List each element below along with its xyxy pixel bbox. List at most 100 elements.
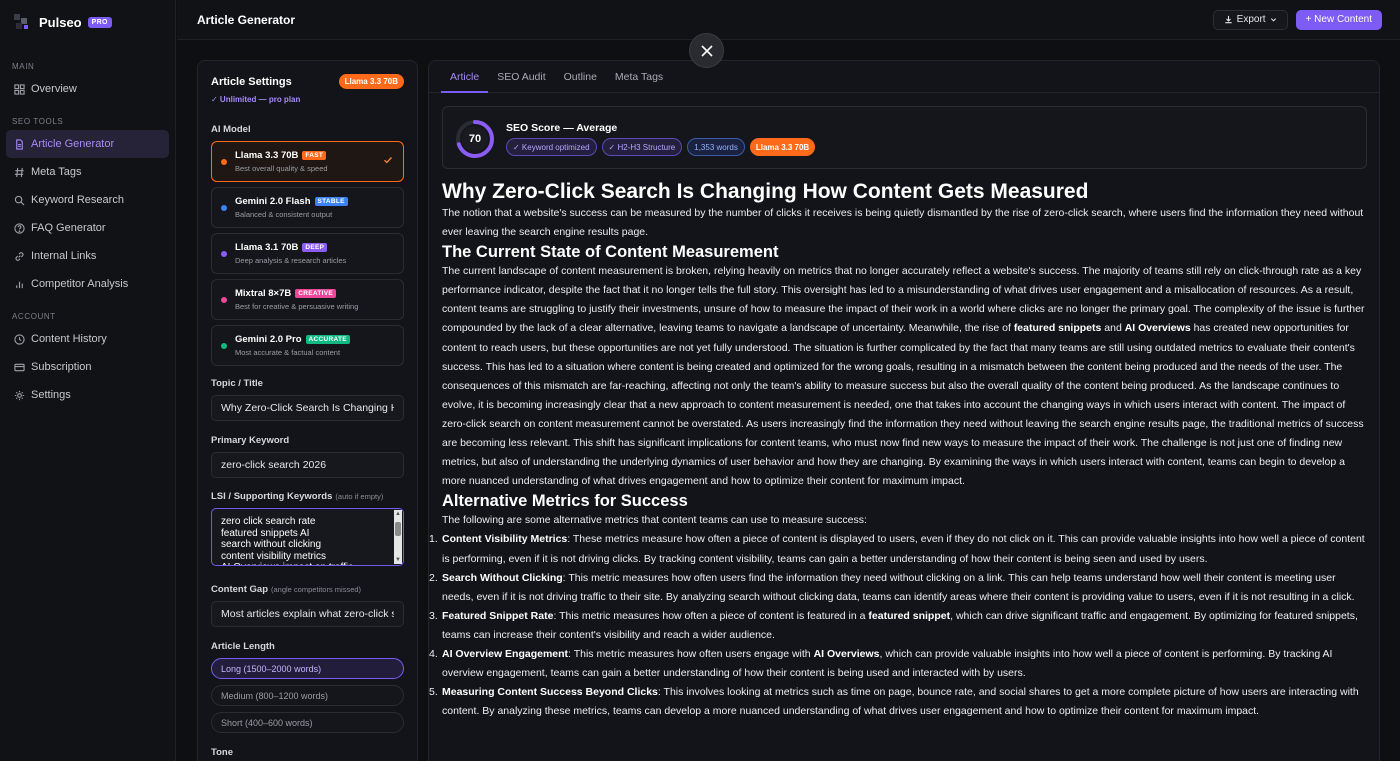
search-icon: [13, 194, 25, 206]
model-list: Llama 3.3 70B FAST Best overall quality & …: [211, 141, 404, 366]
metric-name: Featured Snippet Rate: [442, 609, 554, 622]
sidebar-item-faq-generator[interactable]: FAQ Generator: [6, 214, 169, 242]
model-name-text: Gemini 2.0 Pro: [235, 334, 302, 345]
sidebar-item-keyword-research[interactable]: Keyword Research: [6, 186, 169, 214]
topic-label: Topic / Title: [211, 378, 263, 389]
model-option-2[interactable]: Llama 3.1 70B DEEP Deep analysis & researc…: [211, 233, 404, 274]
sidebar-item-label: Overview: [31, 83, 77, 95]
model-option-3[interactable]: Mixtral 8×7B CREATIVE Best for creative & …: [211, 279, 404, 320]
sidebar-item-subscription[interactable]: Subscription: [6, 353, 169, 381]
sidebar: Pulseo PRO MAIN Overview SEO TOOLS Artic…: [0, 0, 176, 761]
section-label-seo-tools: SEO TOOLS: [12, 117, 64, 126]
model-info: Mixtral 8×7B CREATIVE Best for creative & …: [235, 288, 358, 311]
ai-model-label: AI Model: [211, 124, 251, 135]
output-tabs: Article SEO Audit Outline Meta Tags: [429, 61, 1379, 93]
model-name-text: Llama 3.3 70B: [235, 150, 299, 161]
metric-bold-term: AI Overviews: [813, 647, 880, 660]
model-option-4[interactable]: Gemini 2.0 Pro ACCURATE Most accurate & fa…: [211, 325, 404, 366]
export-button[interactable]: Export: [1212, 9, 1288, 30]
seo-tags: ✓ Keyword optimized ✓ H2-H3 Structure 1,35…: [506, 138, 816, 156]
tab-seo-audit[interactable]: SEO Audit: [488, 61, 554, 92]
article-heading: The Current State of Content Measurement: [442, 243, 779, 262]
model-name: Llama 3.3 70B FAST: [235, 150, 328, 161]
scroll-down-arrow-icon[interactable]: ▼: [394, 556, 402, 564]
brand-name: Pulseo: [39, 14, 82, 30]
article-paragraph: The current landscape of content measure…: [442, 265, 1365, 488]
article-intro: The notion that a website's success can …: [442, 207, 1364, 239]
metric-text: : These metrics measure how often a piec…: [442, 533, 1365, 565]
tab-outline[interactable]: Outline: [555, 61, 606, 92]
content-gap-input[interactable]: [211, 601, 404, 627]
sidebar-item-meta-tags[interactable]: Meta Tags: [6, 158, 169, 186]
sidebar-item-content-history[interactable]: Content History: [6, 325, 169, 353]
sidebar-item-label: Subscription: [31, 361, 92, 373]
history-icon: [13, 333, 25, 345]
download-icon: [1225, 15, 1232, 24]
sidebar-item-overview[interactable]: Overview: [6, 75, 169, 103]
model-name-text: Llama 3.1 70B: [235, 242, 299, 253]
gear-icon: [13, 389, 25, 401]
model-tag: CREATIVE: [295, 289, 337, 298]
help-circle-icon: [13, 222, 25, 234]
model-option-1[interactable]: Gemini 2.0 Flash STABLE Balanced & consist…: [211, 187, 404, 228]
model-dot: [221, 250, 227, 257]
seo-tag: 1,353 words: [687, 138, 745, 156]
metric-name: Content Visibility Metrics: [442, 533, 568, 546]
primary-keyword-input[interactable]: [211, 452, 404, 478]
lsi-line: zero click search rate: [221, 516, 316, 527]
model-desc: Most accurate & factual content: [235, 348, 341, 357]
metric-list-item: 3. Featured Snippet Rate: This metric mea…: [429, 607, 1368, 645]
scroll-thumb[interactable]: [395, 522, 401, 536]
sidebar-item-label: FAQ Generator: [31, 222, 106, 234]
topic-input[interactable]: [211, 395, 404, 421]
length-option-1[interactable]: Medium (800–1200 words): [211, 685, 404, 706]
model-info: Llama 3.3 70B FAST Best overall quality & …: [235, 150, 328, 173]
tab-article[interactable]: Article: [441, 61, 489, 93]
brand[interactable]: Pulseo PRO: [0, 0, 175, 44]
list-number: 5.: [429, 686, 438, 699]
scroll-up-arrow-icon[interactable]: ▲: [394, 510, 402, 518]
article-length-label: Article Length: [211, 641, 275, 652]
model-option-0[interactable]: Llama 3.3 70B FAST Best overall quality & …: [211, 141, 404, 182]
model-dot: [221, 204, 227, 211]
sidebar-item-label: Keyword Research: [31, 194, 124, 206]
sidebar-item-competitor-analysis[interactable]: Competitor Analysis: [6, 270, 169, 298]
sidebar-item-article-generator[interactable]: Article Generator: [6, 130, 169, 158]
sidebar-item-settings[interactable]: Settings: [6, 381, 169, 409]
model-desc: Deep analysis & research articles: [235, 256, 347, 265]
new-content-button[interactable]: + New Content: [1295, 9, 1382, 30]
sidebar-item-internal-links[interactable]: Internal Links: [6, 242, 169, 270]
lsi-label-text: LSI / Supporting Keywords: [211, 491, 333, 502]
article-output-panel: Article SEO Audit Outline Meta Tags 70 SEO …: [428, 60, 1380, 761]
model-name-text: Mixtral 8×7B: [235, 288, 292, 299]
lsi-hint: (auto if empty): [335, 492, 384, 501]
close-button[interactable]: [689, 33, 724, 68]
metric-text: : This metric measures how often a piece…: [553, 609, 869, 622]
metric-name: AI Overview Engagement: [442, 647, 569, 660]
tab-meta-tags[interactable]: Meta Tags: [606, 61, 672, 92]
textarea-scrollbar[interactable]: ▲ ▼: [394, 510, 402, 564]
metric-list-item: 1. Content Visibility Metrics: These metr…: [429, 530, 1368, 568]
model-name: Gemini 2.0 Pro ACCURATE: [235, 334, 350, 345]
pro-badge: PRO: [87, 16, 112, 28]
content-gap-hint: (angle competitors missed): [271, 585, 362, 594]
pulseo-logo-icon: [12, 12, 32, 32]
length-option-2[interactable]: Short (400–600 words): [211, 712, 404, 733]
check-icon: [384, 157, 392, 164]
metric-list-item: 2. Search Without Clicking: This metric m…: [429, 569, 1368, 607]
bar-chart-icon: [13, 278, 25, 290]
model-info: Gemini 2.0 Pro ACCURATE Most accurate & fa…: [235, 334, 350, 357]
length-option-0[interactable]: Long (1500–2000 words): [211, 658, 404, 679]
lsi-line: content visibility metrics: [221, 550, 327, 562]
list-number: 4.: [429, 647, 438, 660]
model-desc: Best for creative & persuasive writing: [235, 302, 359, 311]
export-label: Export: [1236, 14, 1266, 25]
document-icon: [13, 138, 25, 150]
sidebar-item-label: Meta Tags: [31, 166, 82, 178]
seo-tag: ✓ H2-H3 Structure: [601, 138, 683, 156]
lsi-keywords-textarea[interactable]: zero click search rate featured snippets …: [211, 508, 404, 566]
model-desc: Balanced & consistent output: [235, 210, 333, 219]
tone-label: Tone: [211, 747, 233, 758]
model-name: Gemini 2.0 Flash STABLE: [235, 196, 348, 207]
sidebar-item-label: Competitor Analysis: [31, 278, 129, 290]
